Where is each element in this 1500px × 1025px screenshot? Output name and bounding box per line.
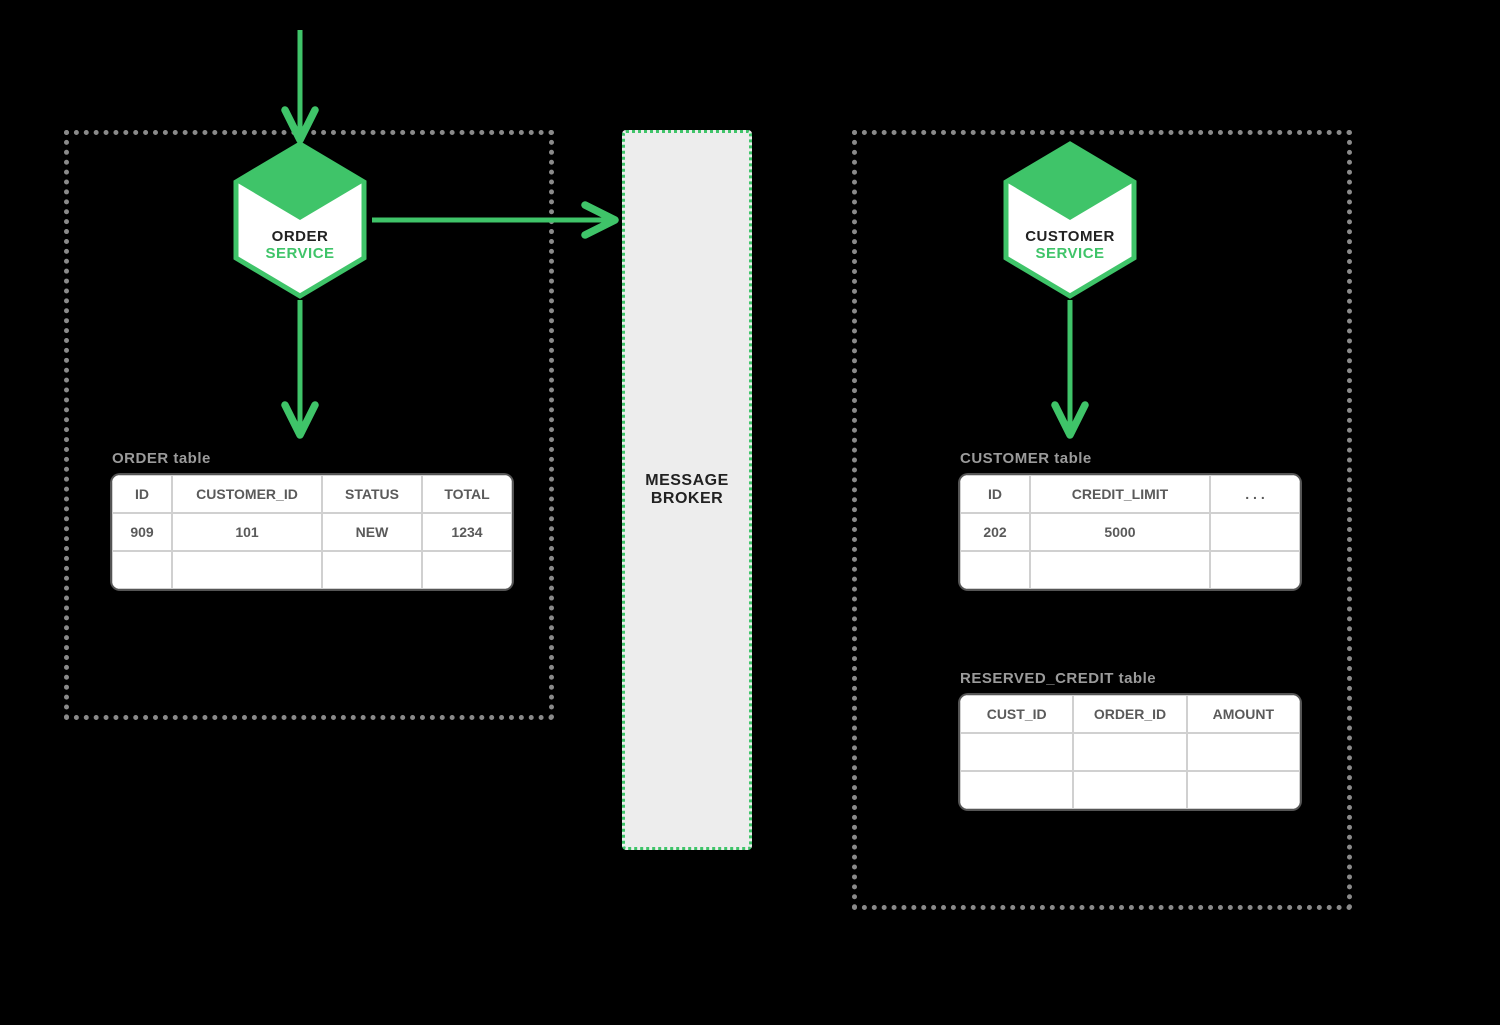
customer-col-id: ID [960,475,1030,513]
order-table: ID CUSTOMER_ID STATUS TOTAL 909 101 NEW … [112,475,512,589]
order-col-id: ID [112,475,172,513]
order-col-customer-id: CUSTOMER_ID [172,475,322,513]
order-service-title-line1: ORDER [230,228,370,245]
table-row: 202 5000 [960,513,1300,551]
customer-col-limit: CREDIT_LIMIT [1030,475,1210,513]
reserved-credit-table-title: RESERVED_CREDIT table [960,670,1156,687]
table-row [960,551,1300,589]
reserved-col-amount: AMOUNT [1187,695,1300,733]
order-table-title: ORDER table [112,450,211,467]
customer-col-more: . . . [1210,475,1300,513]
table-row [112,551,512,589]
customer-service-title-line1: CUSTOMER [1000,228,1140,245]
order-service-title-line2: SERVICE [230,245,370,262]
reserved-credit-table: CUST_ID ORDER_ID AMOUNT [960,695,1300,809]
table-row: 909 101 NEW 1234 [112,513,512,551]
reserved-col-cust: CUST_ID [960,695,1073,733]
broker-label-line2: BROKER [651,490,723,508]
table-row [960,771,1300,809]
order-col-total: TOTAL [422,475,512,513]
reserved-col-order: ORDER_ID [1073,695,1186,733]
order-service-node: ORDER SERVICE [230,140,370,305]
customer-table: ID CREDIT_LIMIT . . . 202 5000 [960,475,1300,589]
table-row [960,733,1300,771]
hexagon-icon [1000,140,1140,300]
customer-service-node: CUSTOMER SERVICE [1000,140,1140,305]
order-col-status: STATUS [322,475,422,513]
customer-service-title-line2: SERVICE [1000,245,1140,262]
broker-label-line1: MESSAGE [645,472,729,490]
hexagon-icon [230,140,370,300]
customer-table-title: CUSTOMER table [960,450,1092,467]
message-broker: MESSAGE BROKER [622,130,752,850]
